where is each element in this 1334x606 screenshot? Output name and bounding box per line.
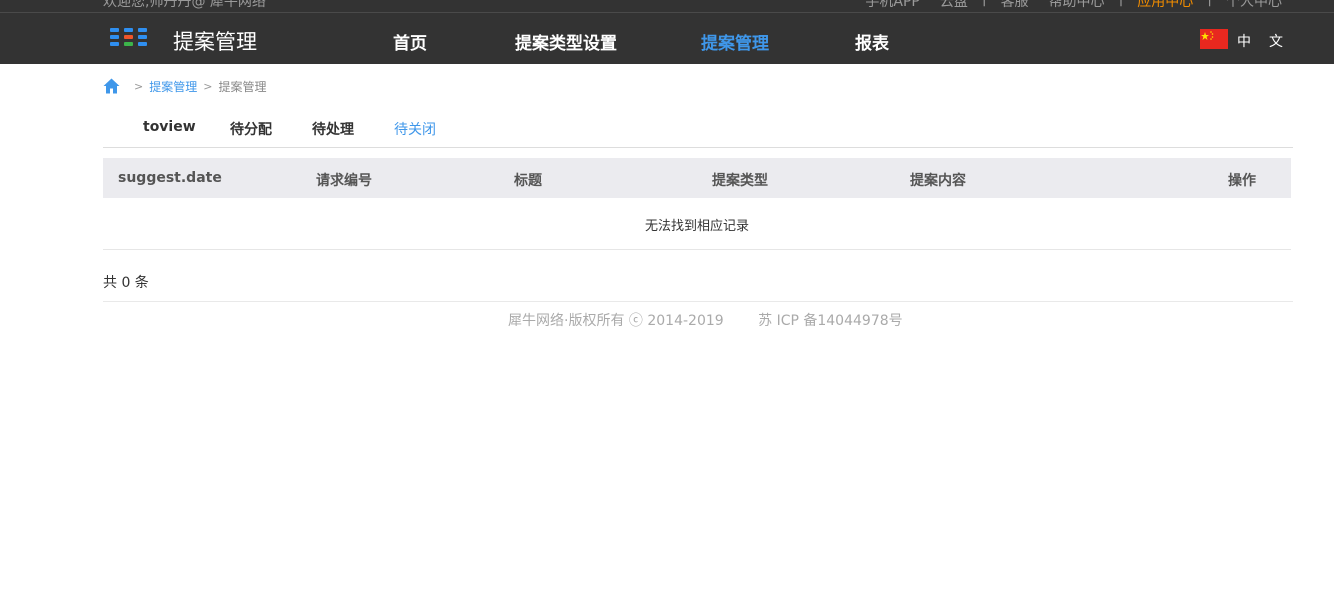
help-center-link[interactable]: 帮助中心	[1039, 0, 1115, 11]
cloud-disk-link[interactable]: 云盘	[930, 0, 978, 11]
tab-pending-close[interactable]: 待关闭	[394, 119, 436, 139]
column-header-title[interactable]: 标题	[514, 170, 542, 190]
home-icon[interactable]	[103, 78, 120, 94]
customer-service-link[interactable]: 客服	[991, 0, 1039, 11]
top-bar: 欢迎您,帅丹丹@ 犀牛网络 手机APP 云盘 | 客服 帮助中心 | 应用中心 …	[0, 0, 1334, 13]
nav-proposal-type-settings[interactable]: 提案类型设置	[515, 29, 617, 54]
welcome-text: 欢迎您,帅丹丹@ 犀牛网络	[103, 0, 266, 10]
breadcrumb-separator: >	[203, 79, 213, 93]
breadcrumb: > 提案管理 > 提案管理	[103, 76, 266, 96]
breadcrumb-link[interactable]: 提案管理	[149, 78, 197, 95]
tab-pending-process[interactable]: 待处理	[312, 119, 354, 139]
china-flag-icon[interactable]	[1200, 29, 1228, 49]
personal-center-link[interactable]: 个人中心	[1216, 0, 1292, 11]
header: 欢迎您,帅丹丹@ 犀牛网络 手机APP 云盘 | 客服 帮助中心 | 应用中心 …	[0, 0, 1334, 64]
divider: |	[1115, 0, 1128, 11]
breadcrumb-separator: >	[134, 79, 144, 93]
status-tabs: toview 待分配 待处理 待关闭	[103, 110, 1293, 148]
divider: |	[1203, 0, 1216, 11]
column-header-request-number[interactable]: 请求编号	[316, 170, 372, 190]
app-title: 提案管理	[173, 30, 257, 54]
breadcrumb-current: 提案管理	[218, 79, 267, 94]
mobile-app-link[interactable]: 手机APP	[855, 0, 929, 11]
empty-table-message: 无法找到相应记录	[103, 198, 1291, 250]
nav-home[interactable]: 首页	[393, 29, 427, 54]
footer-copyright: 犀牛网络·版权所有 ⓒ 2014-2019	[508, 313, 724, 329]
divider	[103, 301, 1293, 302]
column-header-proposal-content[interactable]: 提案内容	[910, 170, 966, 190]
divider: |	[978, 0, 991, 11]
app-grid-logo-icon[interactable]	[110, 28, 148, 48]
table-header: suggest.date 请求编号 标题 提案类型 提案内容 操作	[103, 158, 1291, 198]
nav-proposal-management[interactable]: 提案管理	[701, 29, 769, 54]
column-header-actions: 操作	[1228, 173, 1256, 189]
column-header-date[interactable]: suggest.date	[118, 170, 222, 186]
language-selector[interactable]: 中文	[1237, 31, 1301, 51]
footer-icp[interactable]: 苏 ICP 备14044978号	[758, 313, 903, 329]
column-header-proposal-type[interactable]: 提案类型	[712, 170, 768, 190]
nav-reports[interactable]: 报表	[855, 29, 889, 54]
proposal-table: suggest.date 请求编号 标题 提案类型 提案内容 操作 无法找到相应…	[103, 158, 1291, 250]
top-links: 手机APP 云盘 | 客服 帮助中心 | 应用中心 | 个人中心	[855, 0, 1292, 11]
total-count: 共 0 条	[103, 275, 149, 291]
app-center-link[interactable]: 应用中心	[1127, 0, 1203, 11]
tab-toview[interactable]: toview	[143, 119, 196, 135]
tab-pending-assign[interactable]: 待分配	[230, 119, 272, 139]
